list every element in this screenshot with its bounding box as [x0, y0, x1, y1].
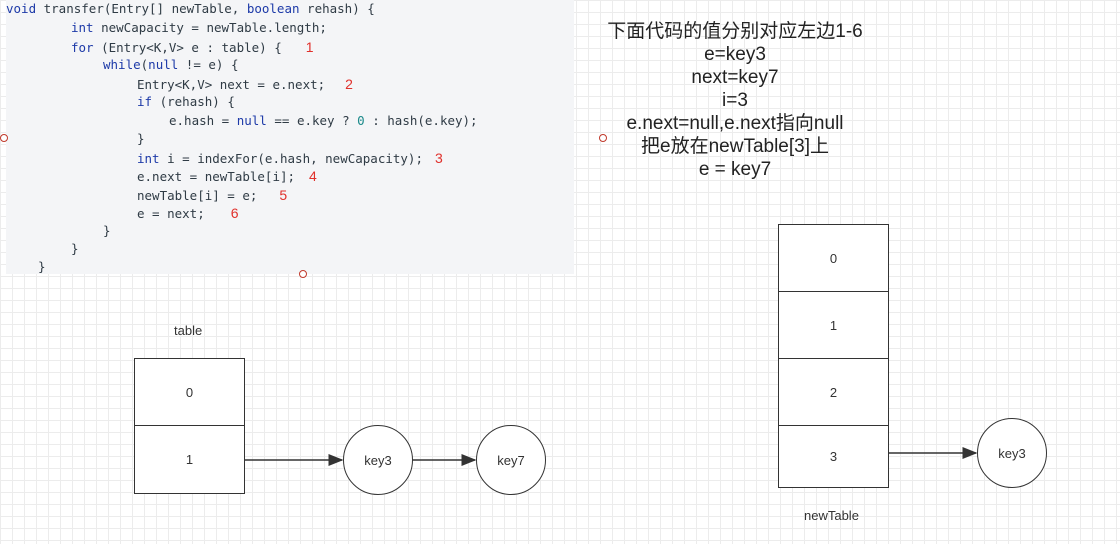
node-key3: key3	[343, 425, 413, 495]
table-cell-1: 1	[134, 425, 245, 494]
newtable-cell-1: 1	[778, 291, 889, 359]
table-label: table	[174, 323, 203, 338]
node-key7: key7	[476, 425, 546, 495]
newtable-cell-0: 0	[778, 224, 889, 292]
table-cell-0: 0	[134, 358, 245, 426]
newtable-label: newTable	[804, 508, 859, 523]
newtable-node-key3: key3	[977, 418, 1047, 488]
newtable-cell-2: 2	[778, 358, 889, 426]
newtable-cell-3: 3	[778, 425, 889, 488]
